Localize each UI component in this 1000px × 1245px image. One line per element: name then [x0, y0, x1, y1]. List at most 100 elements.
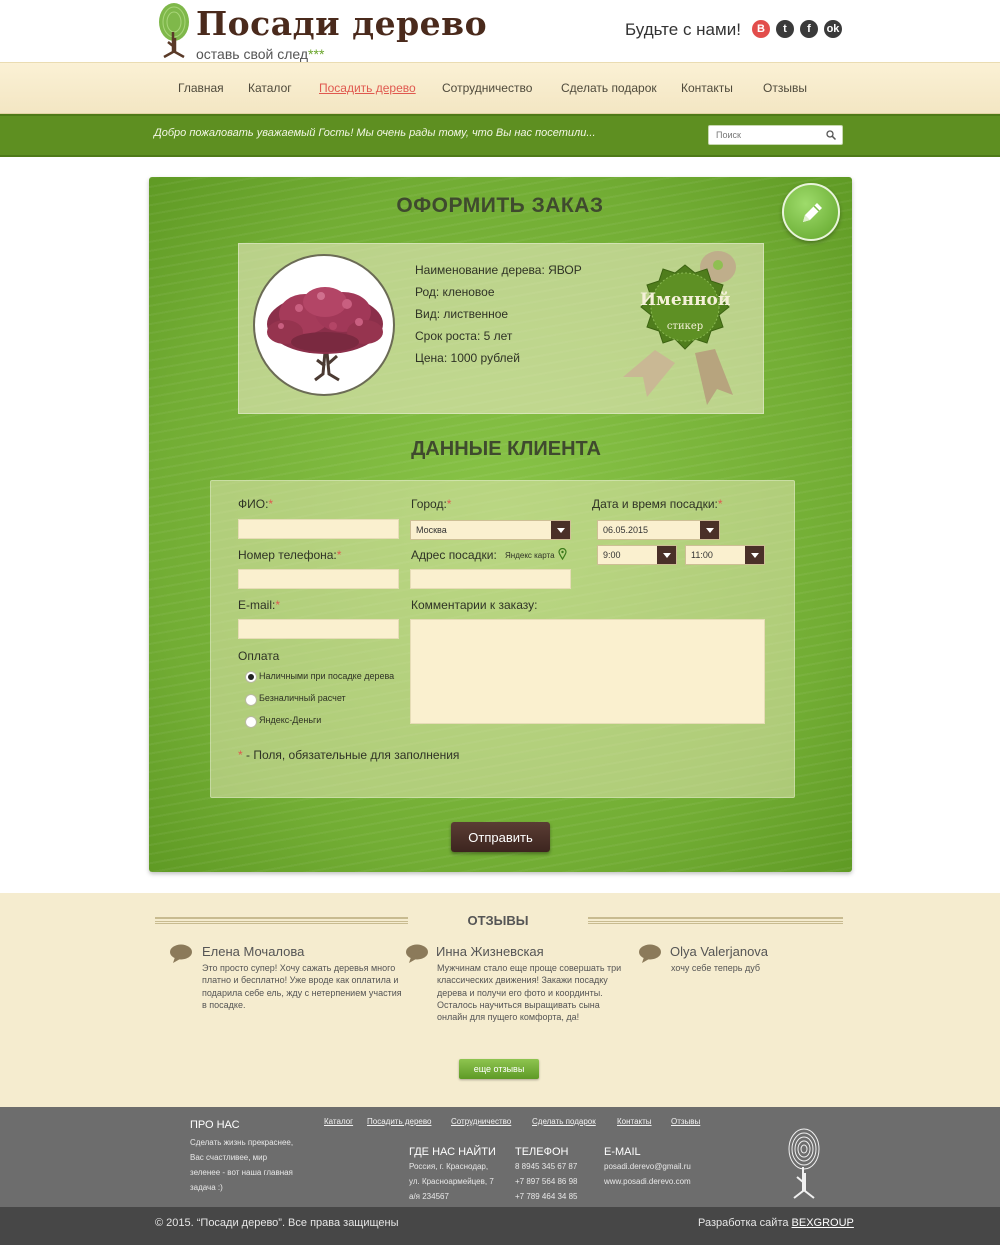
logo-subtitle: оставь свой след***: [196, 46, 324, 62]
nav-item-plant-tree[interactable]: Посадить дерево: [319, 81, 416, 95]
search-box: [708, 125, 843, 145]
facebook-icon[interactable]: f: [800, 20, 818, 38]
required-star: *: [275, 598, 281, 612]
payment-label: Оплата: [238, 649, 280, 663]
search-icon[interactable]: [825, 129, 837, 141]
sticker-title: Именной: [640, 290, 731, 310]
payment-radio-cashless[interactable]: [245, 694, 257, 706]
fio-label-text: ФИО:: [238, 497, 269, 511]
time-from-select[interactable]: 9:00: [597, 545, 677, 565]
developer-credit: Разработка сайта BEXGROUP: [698, 1217, 854, 1229]
datetime-label-text: Дата и время посадки:: [592, 497, 718, 511]
email-title: E-MAIL: [604, 1146, 641, 1158]
payment-option-cashless[interactable]: Безналичный расчет: [259, 693, 346, 703]
map-pin-icon[interactable]: [558, 548, 567, 560]
speech-bubble-icon: [639, 944, 661, 963]
vk-icon[interactable]: В: [752, 20, 770, 38]
address-text: а/я 234567: [409, 1192, 449, 1201]
nav-item-contacts[interactable]: Контакты: [681, 81, 733, 95]
required-note: * - Поля, обязательные для заполнения: [238, 748, 459, 762]
footer-link-contacts[interactable]: Контакты: [617, 1117, 652, 1126]
nav-item-catalog[interactable]: Каталог: [248, 81, 292, 95]
city-select-value: Москва: [416, 525, 447, 535]
date-select[interactable]: 06.05.2015: [597, 520, 720, 540]
client-data-title: ДАННЫЕ КЛИЕНТА: [411, 438, 601, 460]
site-header: Посади дерево оставь свой след*** Будьте…: [0, 0, 1000, 62]
speech-bubble-icon: [170, 944, 192, 963]
developer-credit-text: Разработка сайта: [698, 1217, 792, 1229]
about-text: задача :): [190, 1183, 223, 1192]
payment-radio-yandex[interactable]: [245, 716, 257, 728]
address-label: Адрес посадки:: [411, 548, 497, 562]
city-label: Город:*: [411, 497, 451, 511]
address-field[interactable]: [410, 569, 571, 589]
footer-link-plant-tree[interactable]: Посадить дерево: [367, 1117, 431, 1126]
nav-item-cooperation[interactable]: Сотрудничество: [442, 81, 532, 95]
phone-number: +7 897 564 86 98: [515, 1177, 578, 1186]
twitter-icon[interactable]: t: [776, 20, 794, 38]
payment-option-cash[interactable]: Наличными при посадке дерева: [259, 671, 394, 681]
review-author: Инна Жизневская: [436, 944, 544, 959]
review-text: Мужчинам стало еще проще совершать три к…: [437, 963, 622, 1023]
email-address[interactable]: posadi.derevo@gmail.ru: [604, 1159, 691, 1174]
phone-number: +7 789 464 34 85: [515, 1192, 578, 1201]
fio-label: ФИО:*: [238, 497, 273, 511]
follow-us-text: Будьте с нами!: [625, 20, 741, 39]
payment-radio-cash[interactable]: [245, 671, 257, 683]
tree-photo: [253, 254, 395, 396]
search-input[interactable]: [709, 126, 819, 144]
footer-link-cooperation[interactable]: Сотрудничество: [451, 1117, 511, 1126]
required-note-text: - Поля, обязательные для заполнения: [242, 748, 460, 762]
copyright: © 2015. “Посади дерево”. Все права защищ…: [155, 1217, 399, 1229]
sticker-subtitle: стикер: [666, 321, 704, 332]
nav-item-home[interactable]: Главная: [178, 81, 224, 95]
phone-title: ТЕЛЕФОН: [515, 1146, 569, 1158]
footer-link-reviews[interactable]: Отзывы: [671, 1117, 700, 1126]
comments-field[interactable]: [410, 619, 765, 724]
required-star: *: [268, 497, 274, 511]
logo-title: Посади дерево: [196, 4, 488, 43]
yandex-map-link[interactable]: Яндекс карта: [505, 551, 555, 560]
chevron-down-icon[interactable]: [657, 546, 676, 564]
tree-logo-icon: [159, 3, 189, 59]
email-field[interactable]: [238, 619, 399, 639]
review-author: Елена Мочалова: [202, 944, 305, 959]
chevron-down-icon[interactable]: [745, 546, 764, 564]
tree-type: Вид: лиственное: [415, 307, 509, 321]
nav-item-make-gift[interactable]: Сделать подарок: [561, 81, 657, 95]
phone-number: 8 8945 345 67 87: [515, 1162, 578, 1171]
submit-button[interactable]: Отправить: [451, 822, 550, 852]
tree-name: Наименование дерева: ЯВОР: [415, 263, 582, 277]
fio-field[interactable]: [238, 519, 399, 539]
about-text: Вас счастливее, мир: [190, 1153, 268, 1162]
edit-button[interactable]: [782, 183, 840, 241]
welcome-text: Добро пожаловать уважаемый Гость! Мы оче…: [154, 127, 596, 139]
footer-link-catalog[interactable]: Каталог: [324, 1117, 353, 1126]
footer-link-make-gift[interactable]: Сделать подарок: [532, 1117, 596, 1126]
logo-stars: ***: [308, 46, 325, 62]
payment-option-yandex[interactable]: Яндекс-Деньги: [259, 715, 321, 725]
odnoklassniki-icon[interactable]: ok: [824, 20, 842, 38]
city-select[interactable]: Москва: [410, 520, 571, 540]
more-reviews-button[interactable]: еще отзывы: [459, 1059, 539, 1079]
chevron-down-icon[interactable]: [700, 521, 719, 539]
site-logo[interactable]: Посади дерево оставь свой след***: [156, 2, 487, 62]
review-text: Это просто супер! Хочу сажать деревья мн…: [202, 963, 402, 1010]
email-label: E-mail:*: [238, 598, 280, 612]
address-text: ул. Красноармейцев, 7: [409, 1177, 494, 1186]
developer-link[interactable]: BEXGROUP: [792, 1217, 854, 1229]
nav-item-reviews[interactable]: Отзывы: [763, 81, 807, 95]
time-to-select[interactable]: 11:00: [685, 545, 765, 565]
about-title: ПРО НАС: [190, 1119, 240, 1131]
phone-label-text: Номер телефона:: [238, 548, 337, 562]
time-from-value: 9:00: [603, 550, 621, 560]
review-text: хочу себе теперь дуб: [671, 963, 760, 973]
tree-growth-period: Срок роста: 5 лет: [415, 329, 513, 343]
time-to-value: 11:00: [691, 550, 713, 560]
website-address[interactable]: www.posadi.derevo.com: [604, 1174, 691, 1189]
chevron-down-icon[interactable]: [551, 521, 570, 539]
main-nav: Главная Каталог Посадить дерево Сотрудни…: [0, 62, 1000, 114]
phone-field[interactable]: [238, 569, 399, 589]
required-star: *: [717, 497, 723, 511]
speech-bubble-icon: [406, 944, 428, 963]
